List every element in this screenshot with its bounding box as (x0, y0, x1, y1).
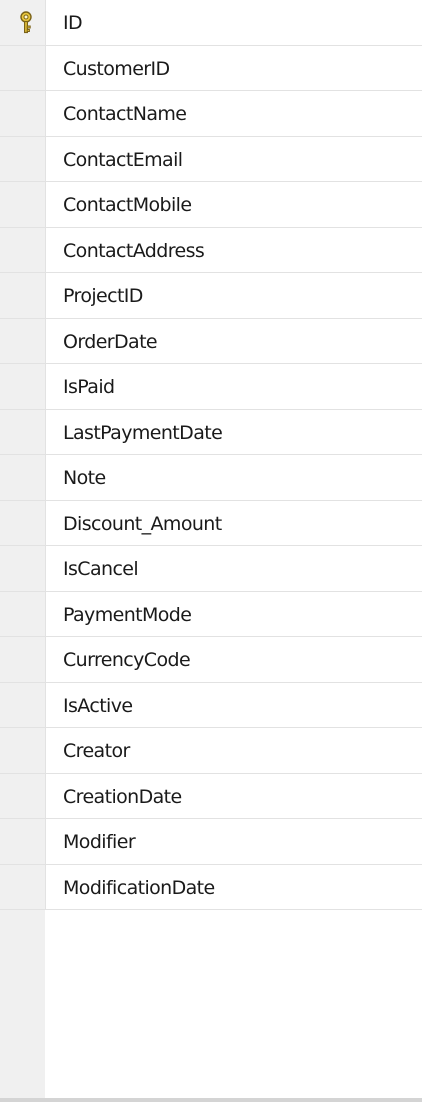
table-row[interactable]: IsActive (0, 682, 422, 728)
column-name-cell[interactable] (45, 0, 422, 45)
table-row[interactable]: ID (0, 0, 422, 46)
column-name: ContactMobile (63, 194, 192, 216)
column-name: CustomerID (63, 57, 170, 80)
column-name: ContactName (63, 103, 187, 125)
table-row[interactable]: Note (0, 455, 422, 501)
table-row[interactable]: LastPaymentDate (0, 409, 422, 455)
row-selector[interactable] (0, 773, 45, 818)
table-row[interactable]: ContactName (0, 91, 422, 137)
table-row[interactable]: OrderDate (0, 318, 422, 364)
column-name: Note (63, 467, 106, 489)
column-name: Modifier (63, 831, 136, 853)
row-selector[interactable] (0, 864, 45, 909)
column-name: IsCancel (63, 558, 139, 580)
column-name: ContactEmail (63, 148, 183, 171)
row-selector[interactable] (0, 682, 45, 727)
table-row[interactable]: IsPaid (0, 364, 422, 410)
row-selector[interactable] (0, 0, 45, 45)
table-row[interactable]: CurrencyCode (0, 637, 422, 683)
column-name: Discount_Amount (63, 512, 222, 535)
row-selector[interactable] (0, 364, 45, 409)
column-name: LastPaymentDate (63, 421, 223, 444)
row-selector[interactable] (0, 45, 45, 90)
row-selector[interactable] (0, 91, 45, 136)
column-name: OrderDate (63, 330, 158, 353)
table-row[interactable]: ContactAddress (0, 227, 422, 273)
primary-key-icon (20, 11, 32, 34)
column-name: CurrencyCode (63, 649, 191, 671)
row-selector[interactable] (0, 637, 45, 682)
table-row[interactable]: ContactEmail (0, 136, 422, 182)
table-row[interactable]: Discount_Amount (0, 500, 422, 546)
row-selector[interactable] (0, 455, 45, 500)
row-selector[interactable] (0, 318, 45, 363)
table-row[interactable]: ModificationDate (0, 864, 422, 910)
column-name: ContactAddress (63, 239, 205, 262)
row-selector[interactable] (0, 409, 45, 454)
row-selector[interactable] (0, 500, 45, 545)
column-name: Creator (63, 740, 130, 762)
row-selector[interactable] (0, 591, 45, 636)
column-name: IsPaid (63, 376, 115, 398)
table-row[interactable]: Modifier (0, 819, 422, 865)
table-row[interactable]: CreationDate (0, 773, 422, 819)
bottom-border (0, 1098, 422, 1102)
column-name: ProjectID (63, 285, 143, 307)
row-selector[interactable] (0, 728, 45, 773)
row-selector[interactable] (0, 546, 45, 591)
table-row[interactable]: PaymentMode (0, 591, 422, 637)
row-selector[interactable] (0, 227, 45, 272)
table-row[interactable]: ContactMobile (0, 182, 422, 228)
column-name: IsActive (63, 694, 133, 717)
column-name: ID (63, 12, 83, 34)
row-selector[interactable] (0, 273, 45, 318)
table-row[interactable]: Creator (0, 728, 422, 774)
column-name: CreationDate (63, 785, 182, 808)
row-selector[interactable] (0, 182, 45, 227)
row-selector[interactable] (0, 136, 45, 181)
row-selector[interactable] (0, 819, 45, 864)
table-designer-grid: ID CustomerID ContactName ContactEmail C… (0, 0, 422, 1102)
column-list: ID CustomerID ContactName ContactEmail C… (0, 0, 422, 910)
table-row[interactable]: ProjectID (0, 273, 422, 319)
table-row[interactable]: IsCancel (0, 546, 422, 592)
column-name: ModificationDate (63, 876, 215, 899)
column-name: PaymentMode (63, 603, 192, 626)
table-row[interactable]: CustomerID (0, 45, 422, 91)
